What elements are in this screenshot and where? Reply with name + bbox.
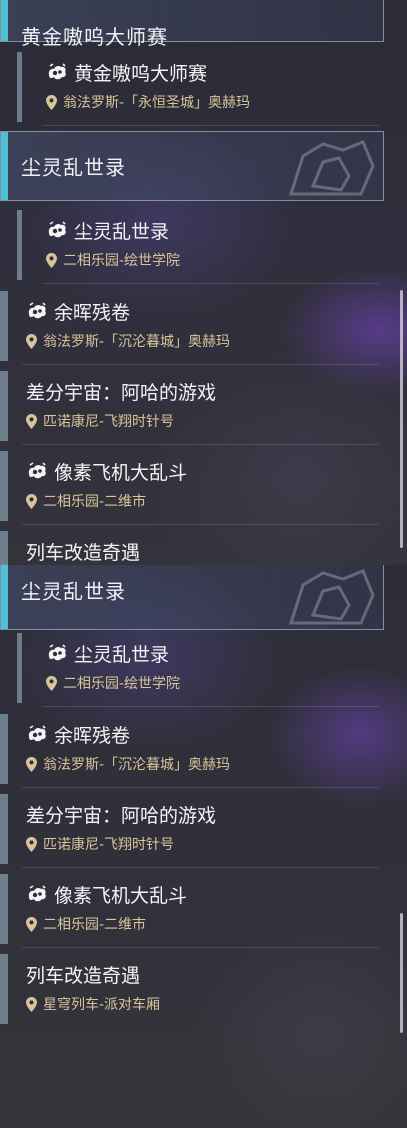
game-paw-icon <box>26 884 48 904</box>
item-location: 星穹列车-派对车厢 <box>43 997 161 1013</box>
divider <box>42 125 379 126</box>
item-indicator <box>0 954 8 1024</box>
divider <box>22 787 379 788</box>
item-name: 列车改造奇遇 <box>26 541 141 564</box>
list-item[interactable]: 差分宇宙：阿哈的游戏 匹诺康尼-飞翔时针号 <box>0 790 407 868</box>
category-header[interactable]: 尘灵乱世录 <box>0 131 384 201</box>
item-name: 尘灵乱世录 <box>74 220 170 243</box>
item-name: 差分宇宙：阿哈的游戏 <box>26 381 217 404</box>
game-paw-icon <box>46 643 68 663</box>
list-item[interactable]: 像素飞机大乱斗 二相乐园-二维市 <box>0 447 407 525</box>
item-indicator <box>0 291 8 361</box>
item-indicator <box>17 633 22 703</box>
item-location: 匹诺康尼-飞翔时针号 <box>43 414 175 430</box>
location-pin-icon <box>26 837 37 852</box>
location-pin-icon <box>26 917 37 932</box>
game-paw-icon <box>26 461 48 481</box>
item-name: 余晖残卷 <box>54 301 131 324</box>
header-accent <box>1 0 8 41</box>
item-indicator <box>17 210 22 280</box>
item-name: 尘灵乱世录 <box>74 643 170 666</box>
header-emblem-icon <box>288 569 375 625</box>
menu-panel-top: 黄金嗷呜大师赛 黄金嗷呜大师赛 翁法罗斯-「永恒圣城」奥赫玛 尘灵乱世录 尘灵乱… <box>0 0 407 565</box>
location-pin-icon <box>26 334 37 349</box>
item-name: 像素飞机大乱斗 <box>54 884 188 907</box>
list-item[interactable]: 尘灵乱世录 二相乐园-绘世学院 <box>0 629 407 707</box>
header-accent <box>1 132 8 200</box>
category-header-top[interactable]: 黄金嗷呜大师赛 <box>0 0 384 49</box>
header-title: 尘灵乱世录 <box>21 579 126 604</box>
game-paw-icon <box>46 220 68 240</box>
list-item[interactable]: 尘灵乱世录 二相乐园-绘世学院 <box>0 206 407 284</box>
item-location: 翁法罗斯-「沉沦暮城」奥赫玛 <box>43 757 231 773</box>
item-name: 像素飞机大乱斗 <box>54 461 188 484</box>
item-location: 匹诺康尼-飞翔时针号 <box>43 837 175 853</box>
divider <box>42 283 379 284</box>
location-pin-icon <box>26 997 37 1012</box>
header-title: 尘灵乱世录 <box>21 155 126 180</box>
list-item[interactable]: 像素飞机大乱斗 二相乐园-二维市 <box>0 870 407 948</box>
menu-panel-bottom: 尘灵乱世录 尘灵乱世录 二相乐园-绘世学院 余晖残卷 翁法罗斯-「沉沦暮城」奥赫… <box>0 565 407 1128</box>
list-item[interactable]: 余晖残卷 翁法罗斯-「沉沦暮城」奥赫玛 <box>0 710 407 788</box>
game-paw-icon <box>26 301 48 321</box>
item-indicator <box>0 451 8 521</box>
divider <box>42 706 379 707</box>
divider <box>22 524 379 525</box>
divider <box>22 867 379 868</box>
item-indicator <box>0 794 8 864</box>
location-pin-icon <box>26 414 37 429</box>
item-indicator <box>17 52 22 122</box>
location-pin-icon <box>46 253 57 268</box>
header-accent <box>1 565 8 629</box>
divider <box>22 364 379 365</box>
location-pin-icon <box>26 494 37 509</box>
item-location: 翁法罗斯-「沉沦暮城」奥赫玛 <box>43 334 231 350</box>
game-paw-icon <box>26 724 48 744</box>
item-name: 列车改造奇遇 <box>26 964 141 987</box>
item-indicator <box>0 714 8 784</box>
list-item[interactable]: 黄金嗷呜大师赛 翁法罗斯-「永恒圣城」奥赫玛 <box>0 48 407 126</box>
scrollbar[interactable] <box>400 913 403 1033</box>
divider <box>22 444 379 445</box>
scrollbar[interactable] <box>400 290 403 548</box>
header-emblem-icon <box>288 140 375 196</box>
location-pin-icon <box>46 95 57 110</box>
divider <box>22 947 379 948</box>
item-indicator <box>0 371 8 441</box>
list-item[interactable]: 差分宇宙：阿哈的游戏 匹诺康尼-飞翔时针号 <box>0 367 407 445</box>
item-indicator <box>0 531 8 565</box>
item-location: 二相乐园-二维市 <box>43 917 147 933</box>
item-location: 翁法罗斯-「永恒圣城」奥赫玛 <box>63 95 251 111</box>
location-pin-icon <box>46 676 57 691</box>
item-location: 二相乐园-绘世学院 <box>63 253 181 269</box>
header-title: 黄金嗷呜大师赛 <box>21 25 168 49</box>
game-paw-icon <box>46 62 68 82</box>
list-item[interactable]: 列车改造奇遇 <box>0 527 407 565</box>
category-header[interactable]: 尘灵乱世录 <box>0 565 384 630</box>
item-indicator <box>0 874 8 944</box>
list-item[interactable]: 余晖残卷 翁法罗斯-「沉沦暮城」奥赫玛 <box>0 287 407 365</box>
item-name: 差分宇宙：阿哈的游戏 <box>26 804 217 827</box>
item-location: 二相乐园-绘世学院 <box>63 676 181 692</box>
item-name: 黄金嗷呜大师赛 <box>74 62 208 85</box>
list-item[interactable]: 列车改造奇遇 星穹列车-派对车厢 <box>0 950 407 1028</box>
item-location: 二相乐园-二维市 <box>43 494 147 510</box>
location-pin-icon <box>26 757 37 772</box>
item-name: 余晖残卷 <box>54 724 131 747</box>
